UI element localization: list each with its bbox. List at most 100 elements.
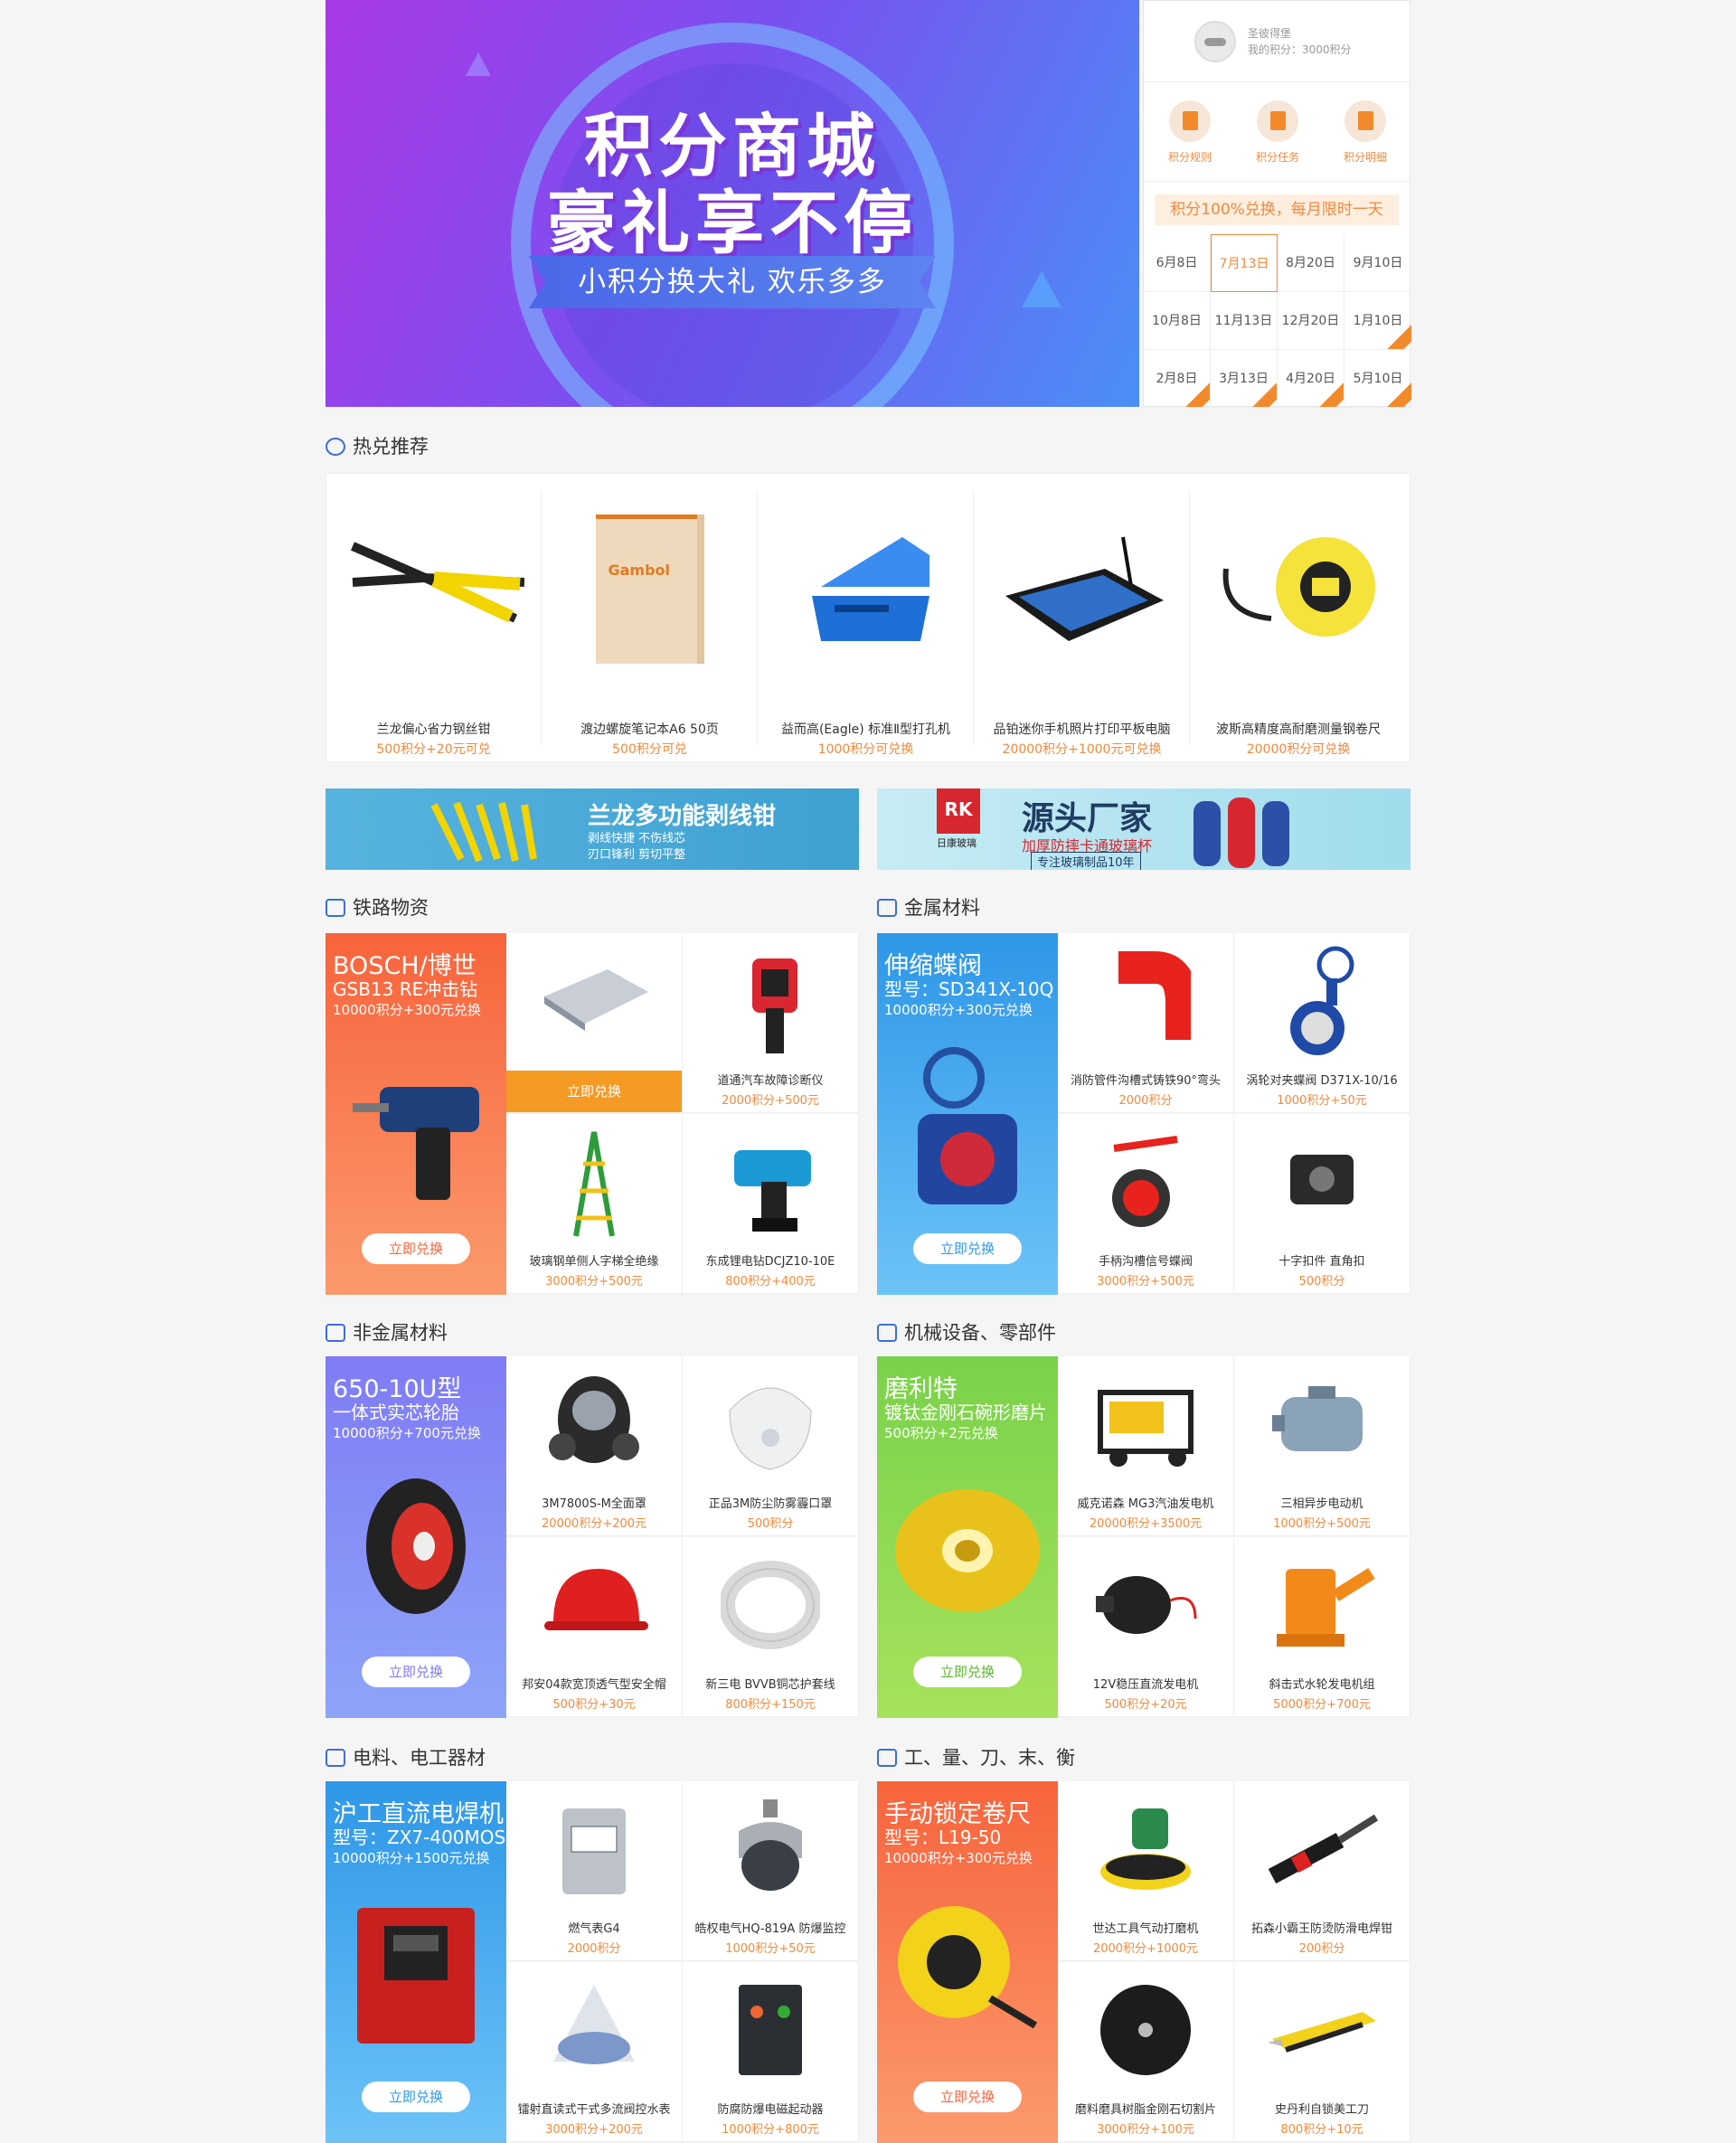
product-name: 品铂迷你手机照片打印平板电脑: [993, 722, 1171, 737]
feature-card[interactable]: 伸缩蝶阀 型号：SD341X-10Q 10000积分+300元兑换 立即兑换: [877, 933, 1058, 1295]
product-card[interactable]: 拓森小霸王防烫防滑电焊钳 200积分: [1234, 1781, 1410, 1961]
category-nonmetal: 650-10U型 一体式实芯轮胎 10000积分+700元兑换 立即兑换 3M7…: [326, 1356, 859, 1718]
product-card[interactable]: 磨料磨具树脂金刚石切割片 3000积分+100元: [1058, 1962, 1234, 2142]
quicklink-points-rules[interactable]: 积分规则: [1160, 100, 1220, 165]
product-price: 2000积分: [1118, 1094, 1173, 1108]
product-price: 800积分+150元: [725, 1698, 816, 1712]
pneumatic-sander-image: [1100, 1808, 1191, 1890]
product-card[interactable]: 东成锂电钻DCJZ10-10E 800积分+400元: [683, 1114, 859, 1294]
section-title-label: 工、量、刀、末、衡: [904, 1747, 1075, 1769]
product-card[interactable]: 世达工具气动打磨机 2000积分+1000元: [1058, 1781, 1234, 1961]
nonmetal-icon: [326, 1324, 345, 1342]
redeem-button[interactable]: 立即兑换: [362, 1657, 470, 1687]
date-cell[interactable]: 12月20日: [1278, 292, 1344, 350]
date-cell[interactable]: 9月10日: [1344, 234, 1411, 292]
hot-product-card[interactable]: 益而高(Eagle) 标准Ⅱ型打孔机 1000积分可兑换: [759, 492, 974, 757]
redeem-button[interactable]: 立即兑换: [362, 2082, 470, 2112]
date-cell-expired[interactable]: 5月10日: [1344, 350, 1411, 408]
hero-banner[interactable]: 积分商城 豪礼享不停 小积分换大礼 欢乐多多: [326, 0, 1139, 407]
product-card[interactable]: 涡轮对夹蝶阀 D371X-10/16 1000积分+50元: [1234, 933, 1410, 1113]
date-cell[interactable]: 8月20日: [1278, 234, 1344, 292]
banner-subtitle: 小积分换大礼 欢乐多多: [529, 256, 936, 308]
date-cell-active[interactable]: 7月13日: [1211, 234, 1278, 292]
product-card[interactable]: 立即兑换: [506, 933, 683, 1113]
feature-card[interactable]: 650-10U型 一体式实芯轮胎 10000积分+700元兑换 立即兑换: [326, 1356, 506, 1718]
hot-product-card[interactable]: Gambol 渡边螺旋笔记本A6 50页 500积分可兑: [542, 492, 758, 757]
product-card[interactable]: 正品3M防尘防雾霾口罩 500积分: [683, 1356, 859, 1536]
product-card[interactable]: 新三电 BVVB铜芯护套线 800积分+150元: [683, 1537, 859, 1717]
date-cell-expired[interactable]: 3月13日: [1211, 350, 1278, 408]
hot-product-card[interactable]: 波斯高精度高耐磨测量钢卷尺 20000积分可兑换: [1191, 492, 1406, 757]
product-card[interactable]: 手柄沟槽信号蝶阀 3000积分+500元: [1058, 1114, 1234, 1294]
product-price: 1000积分可兑换: [817, 742, 914, 757]
product-price: 500积分: [1298, 1275, 1345, 1289]
category-metal: 伸缩蝶阀 型号：SD341X-10Q 10000积分+300元兑换 立即兑换 消…: [877, 933, 1410, 1295]
redeem-button[interactable]: 立即兑换: [913, 1233, 1022, 1264]
date-label: 7月13日: [1219, 257, 1269, 271]
feature-card[interactable]: 磨利特 镀钛金刚石碗形磨片 500积分+2元兑换 立即兑换: [877, 1356, 1058, 1718]
product-card[interactable]: 史丹利自锁美工刀 800积分+10元: [1234, 1962, 1410, 2142]
product-card[interactable]: 三相异步电动机 1000积分+500元: [1234, 1356, 1410, 1536]
ad-banner-glass-cup[interactable]: RK 日康玻璃 源头厂家 加厚防摔卡通玻璃杯 专注玻璃制品10年: [877, 788, 1410, 870]
product-card[interactable]: 威克诺森 MG3汽油发电机 20000积分+3500元: [1058, 1356, 1234, 1536]
product-card[interactable]: 3M7800S-M全面罩 20000积分+200元: [506, 1356, 683, 1536]
section-title-machinery: 机械设备、零部件: [877, 1320, 1056, 1345]
metal-icon: [877, 899, 897, 917]
redeem-button[interactable]: 立即兑换: [506, 1071, 682, 1112]
product-card[interactable]: 镭射直读式干式多流阀控水表 3000积分+200元: [506, 1962, 683, 2142]
date-label: 6月8日: [1156, 256, 1198, 270]
product-name: 磨料磨具树脂金刚石切割片: [1074, 2103, 1216, 2117]
product-card[interactable]: 皓权电气HQ-819A 防爆监控 1000积分+50元: [683, 1781, 859, 1961]
quicklink-points-details[interactable]: 积分明细: [1335, 100, 1395, 165]
date-cell-expired[interactable]: 2月8日: [1144, 350, 1211, 408]
date-cell-expired[interactable]: 1月10日: [1344, 292, 1411, 350]
product-card[interactable]: 邦安04款宽顶透气型安全帽 500积分+30元: [506, 1537, 683, 1717]
product-card[interactable]: 玻璃钢单侧人字梯全绝缘 3000积分+500元: [506, 1114, 683, 1294]
feature-subtitle: 型号：ZX7-400MOS: [333, 1827, 506, 1848]
redeem-button[interactable]: 立即兑换: [913, 2082, 1022, 2112]
hot-product-card[interactable]: 兰龙偏心省力钢丝钳 500积分+20元可兑: [326, 492, 542, 757]
water-turbine-image: [1277, 1568, 1375, 1647]
section-title-label: 热兑推荐: [353, 436, 429, 458]
ad-subtitle: 专注玻璃制品10年: [1031, 852, 1141, 870]
product-card[interactable]: 防腐防爆电磁起动器 1000积分+800元: [683, 1962, 859, 2142]
redeem-button[interactable]: 立即兑换: [913, 1657, 1022, 1687]
product-name: 消防管件沟槽式铸铁90°弯头: [1070, 1074, 1222, 1088]
product-card[interactable]: 斜击式水轮发电机组 5000积分+700元: [1234, 1537, 1410, 1717]
feature-card[interactable]: 沪工直流电焊机 型号：ZX7-400MOS 10000积分+1500元兑换 立即…: [326, 1781, 506, 2143]
product-card[interactable]: 道通汽车故障诊断仪 2000积分+500元: [683, 933, 859, 1113]
date-cell[interactable]: 10月8日: [1144, 292, 1211, 350]
date-cell-expired[interactable]: 4月20日: [1278, 350, 1344, 408]
product-price: 500积分可兑: [612, 742, 687, 757]
ad-banner-wire-stripper[interactable]: 兰龙多功能剥线钳 剥线快捷 不伤线芯 刃口锋利 剪切平整: [326, 788, 859, 870]
date-label: 4月20日: [1286, 372, 1335, 386]
hole-punch-image: [811, 537, 929, 641]
date-cell[interactable]: 6月8日: [1144, 234, 1211, 292]
user-name[interactable]: 圣彼得堡: [1248, 25, 1291, 41]
explosion-proof-camera-image: [739, 1799, 802, 1891]
product-card[interactable]: 消防管件沟槽式铸铁90°弯头 2000积分: [1058, 933, 1234, 1113]
feature-card[interactable]: BOSCH/博世 GSB13 RE冲击钻 10000积分+300元兑换 立即兑换: [326, 933, 506, 1295]
product-price: 2000积分+500元: [722, 1094, 819, 1108]
avatar[interactable]: [1194, 21, 1236, 62]
product-name: 镭射直读式干式多流阀控水表: [517, 2103, 671, 2117]
section-title-label: 电料、电工器材: [353, 1747, 486, 1769]
product-card[interactable]: 12V稳压直流发电机 500积分+20元: [1058, 1537, 1234, 1717]
feature-price: 10000积分+300元兑换: [333, 1002, 481, 1018]
product-card[interactable]: 燃气表G4 2000积分: [506, 1781, 683, 1961]
hot-product-card[interactable]: 品铂迷你手机照片打印平板电脑 20000积分+1000元可兑换: [975, 492, 1190, 757]
date-cell[interactable]: 11月13日: [1211, 292, 1278, 350]
redeem-button[interactable]: 立即兑换: [362, 1233, 470, 1264]
quicklink-points-tasks[interactable]: 积分任务: [1248, 100, 1307, 165]
ad-subtitle: 剥线快捷 不伤线芯: [588, 832, 686, 845]
product-price: 20000积分可兑换: [1246, 742, 1351, 757]
product-name: 史丹利自锁美工刀: [1274, 2103, 1369, 2117]
product-card[interactable]: 十字扣件 直角扣 500积分: [1234, 1114, 1410, 1294]
date-label: 10月8日: [1152, 314, 1202, 328]
product-name: 皓权电气HQ-819A 防爆监控: [694, 1922, 846, 1936]
section-title-electrical: 电料、电工器材: [326, 1745, 486, 1770]
gas-mask-image: [549, 1376, 639, 1463]
dust-mask-image: [729, 1387, 812, 1470]
product-name: 涡轮对夹蝶阀 D371X-10/16: [1246, 1074, 1398, 1088]
feature-card[interactable]: 手动锁定卷尺 型号：L19-50 10000积分+300元兑换 立即兑换: [877, 1781, 1058, 2143]
